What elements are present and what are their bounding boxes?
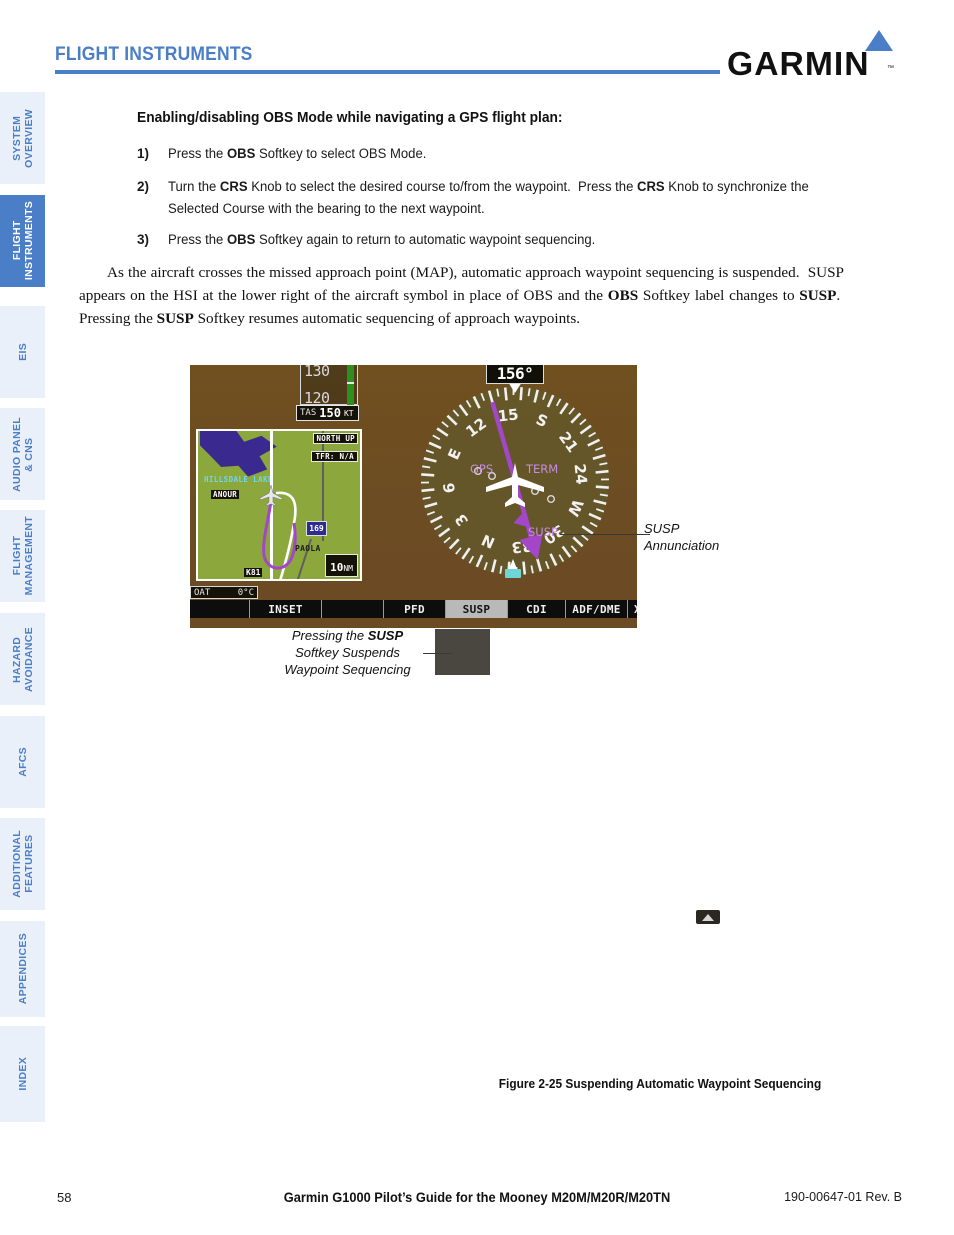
softkey-button-bezel[interactable] [435,629,720,924]
tfr-status-label: TFR: N/A [311,451,358,462]
tas-unit: KT [343,408,354,418]
susp-annunciation: SUSP [528,525,558,539]
figure-caption: Figure 2-25 Suspending Automatic Waypoin… [498,1077,822,1091]
softkey-bar: INSET PFDSUSPCDIADF/DMEX [190,600,637,618]
airspeed-tick-lower: 120 [304,389,330,403]
step-number: 2) [137,179,150,194]
step-number: 1) [137,146,150,161]
footer-revision: 190-00647-01 Rev. B [784,1190,902,1204]
leader-line-press [423,653,452,654]
instruction-step-1: 1) Press the OBS Softkey to select OBS M… [137,143,849,165]
hsi-rose-graphic: N36E12 15 S2124W3033 [420,382,610,578]
airspeed-bug [347,382,354,384]
softkey-inset[interactable]: INSET [250,600,322,618]
step-text: Turn the CRS Knob to select the desired … [168,179,809,216]
oat-label: OAT [194,587,211,598]
callout-susp-annunciation: SUSP Annunciation [644,521,720,553]
softkey-susp[interactable]: SUSP [446,600,508,618]
highway-shield-icon: 169 [306,521,327,536]
airspeed-green-arc [347,365,354,405]
airport-label-k81: K81 [244,568,263,577]
softkey-pfd[interactable]: PFD [384,600,446,618]
hsi-compass: N 3 6 E 12 15 S 21 24 W 30 33 156° GPS T… [404,365,634,601]
softkey-blank-0[interactable] [190,600,250,618]
map-range-indicator: 10NM [325,554,358,577]
page-footer: 58 Garmin G1000 Pilot’s Guide for the Mo… [0,1190,954,1216]
aircraft-symbol-icon [259,484,283,507]
airspeed-tick-upper: 130 [304,365,330,380]
heading-value: 156° [496,365,534,383]
page-content: Enabling/disabling OBS Mode while naviga… [0,0,954,1235]
tas-value: 150 [319,406,341,420]
instruction-heading: Enabling/disabling OBS Mode while naviga… [137,110,563,126]
inset-map: HILLSDALE LAKE ANOUR PAOLA 169 K81 NORTH… [196,429,362,581]
rose-label: 24 [571,463,591,486]
step-number: 3) [137,232,150,247]
softkey-cdi[interactable]: CDI [508,600,566,618]
tas-label: TAS [300,408,317,418]
callout-press-susp: Pressing the SUSP Softkey Suspends Waypoin… [284,628,411,677]
city-label-paola: PAOLA [295,544,321,553]
leader-line-susp [560,534,650,535]
oat-value: 0°C [237,587,254,598]
selected-heading-box: 156° [486,365,544,384]
step-text: Press the OBS Softkey again to return to… [168,232,596,247]
highway-number: 169 [309,524,324,533]
rose-label: 6 [440,482,459,494]
map-range-value: 10 [330,561,344,574]
nav-source-label: GPS [470,462,494,476]
softkey-x[interactable]: X [628,600,637,618]
document-page: FLIGHT INSTRUMENTS GARMIN ™ SYSTEM OVERV… [0,0,954,1235]
map-range-unit: NM [343,564,353,573]
figure-2-25: 130 120 TAS 150 KT HILLSDALE LAKE ANOUR … [190,365,821,1091]
softkey-adf-dme[interactable]: ADF/DME [566,600,628,618]
pfd-screenshot: 130 120 TAS 150 KT HILLSDALE LAKE ANOUR … [190,365,637,628]
body-paragraph: As the aircraft crosses the missed appro… [79,264,844,327]
tas-readout: TAS 150 KT [296,405,359,421]
cdi-mode-label: TERM [526,462,559,476]
instruction-step-3: 3) Press the OBS Softkey again to return… [137,229,849,251]
step-text: Press the OBS Softkey to select OBS Mode… [168,146,427,161]
softkey-blank-2[interactable] [322,600,384,618]
map-orientation-label: NORTH UP [313,433,358,444]
softkey-up-arrow-icon [696,910,720,924]
waypoint-label-anour: ANOUR [211,490,240,499]
oat-readout: OAT 0°C [190,586,258,599]
instruction-step-2: 2) Turn the CRS Knob to select the desir… [137,176,849,220]
